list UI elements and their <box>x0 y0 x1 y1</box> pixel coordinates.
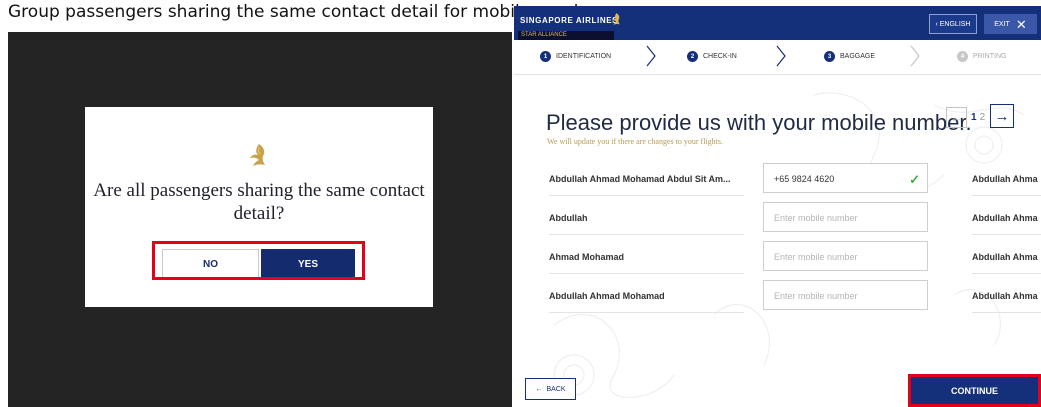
passenger-row: Abdullah Ahmad Mohamad Abdul Sit Am... ✓… <box>514 163 1041 196</box>
mobile-number-input[interactable] <box>772 204 906 232</box>
passenger-name: Abdullah Ahma <box>972 174 1038 184</box>
mobile-number-input[interactable] <box>772 282 906 310</box>
step-label: IDENTIFICATION <box>556 53 612 60</box>
mobile-number-field <box>763 202 928 232</box>
passenger-row: Abdullah Abdullah Ahma <box>514 202 1041 235</box>
star-alliance-badge: STAR ALLIANCE <box>518 31 614 40</box>
mobile-number-field: ✓ <box>763 163 928 193</box>
exit-button[interactable]: EXIT ✕ <box>984 14 1037 34</box>
next-page-button[interactable]: → <box>990 104 1014 128</box>
passenger-name: Ahmad Mohamad <box>549 252 625 262</box>
language-button[interactable]: ‹ ENGLISH <box>929 14 977 34</box>
chevron-right-icon <box>776 45 786 67</box>
dialog-backdrop: Are all passengers sharing the same cont… <box>8 32 512 407</box>
row-divider <box>972 312 1041 313</box>
passenger-row: Ahmad Mohamad Abdullah Ahma <box>514 241 1041 274</box>
arrow-right-icon: → <box>994 107 1010 125</box>
top-bar: SINGAPORE AIRLINES STAR ALLIANCE ‹ ENGLI… <box>514 6 1041 40</box>
step-check-in: 2 CHECK-IN <box>687 51 737 62</box>
chevron-right-icon <box>910 45 920 67</box>
continue-button[interactable]: CONTINUE <box>908 374 1041 407</box>
step-printing: 4 PRINTING <box>957 51 1006 62</box>
row-divider <box>549 312 744 313</box>
page-title: Please provide us with your mobile numbe… <box>546 110 972 135</box>
highlight-box <box>152 241 365 280</box>
mobile-number-input[interactable] <box>772 165 906 193</box>
arrow-left-icon: ← <box>950 110 963 125</box>
brand-name: SINGAPORE AIRLINES <box>520 16 619 25</box>
step-label: CHECK-IN <box>703 53 737 60</box>
page-subtitle: We will update you if there are changes … <box>547 137 723 146</box>
passenger-name: Abdullah Ahmad Mohamad Abdul Sit Am... <box>549 174 731 184</box>
page-indicator: 12 <box>971 112 985 123</box>
singapore-airlines-bird-icon <box>611 13 620 25</box>
progress-steps: 1 IDENTIFICATION 2 CHECK-IN 3 BAGGAGE 4 … <box>514 40 1041 75</box>
step-number: 3 <box>824 51 835 62</box>
chevron-right-icon <box>646 45 656 67</box>
step-label: PRINTING <box>973 53 1007 60</box>
singapore-airlines-bird-icon <box>250 144 265 166</box>
mobile-number-field <box>763 241 928 271</box>
mobile-number-screen: SINGAPORE AIRLINES STAR ALLIANCE ‹ ENGLI… <box>514 6 1041 407</box>
row-divider <box>549 195 744 196</box>
exit-label: EXIT <box>994 20 1010 28</box>
step-baggage: 3 BAGGAGE <box>824 51 875 62</box>
step-number: 1 <box>540 51 551 62</box>
current-page: 1 <box>971 112 977 123</box>
step-label: BAGGAGE <box>840 53 876 60</box>
other-page: 2 <box>979 112 986 123</box>
row-divider <box>549 273 744 274</box>
checkmark-icon: ✓ <box>909 172 920 187</box>
back-button[interactable]: ← BACK <box>525 378 576 400</box>
previous-page-button[interactable]: ← <box>946 107 967 128</box>
mobile-number-field <box>763 280 928 310</box>
back-label: BACK <box>546 385 566 393</box>
passenger-name: Abdullah <box>549 213 588 223</box>
row-divider <box>972 234 1041 235</box>
step-identification: 1 IDENTIFICATION <box>540 51 611 62</box>
row-divider <box>972 195 1041 196</box>
passenger-name: Abdullah Ahma <box>972 213 1038 223</box>
mobile-number-input[interactable] <box>772 243 906 271</box>
contact-sharing-dialog: Are all passengers sharing the same cont… <box>85 107 433 307</box>
dialog-question: Are all passengers sharing the same cont… <box>93 180 425 224</box>
close-icon: ✕ <box>1015 16 1027 32</box>
step-number: 4 <box>957 51 968 62</box>
row-divider <box>549 234 744 235</box>
caption: Group passengers sharing the same contac… <box>8 2 602 22</box>
step-number: 2 <box>687 51 698 62</box>
row-divider <box>972 273 1041 274</box>
passenger-name: Abdullah Ahma <box>972 252 1038 262</box>
passenger-name: Abdullah Ahma <box>972 291 1038 301</box>
passenger-name: Abdullah Ahmad Mohamad <box>549 291 665 301</box>
passenger-row: Abdullah Ahmad Mohamad Abdullah Ahma <box>514 280 1041 313</box>
arrow-left-icon: ← <box>535 385 543 393</box>
